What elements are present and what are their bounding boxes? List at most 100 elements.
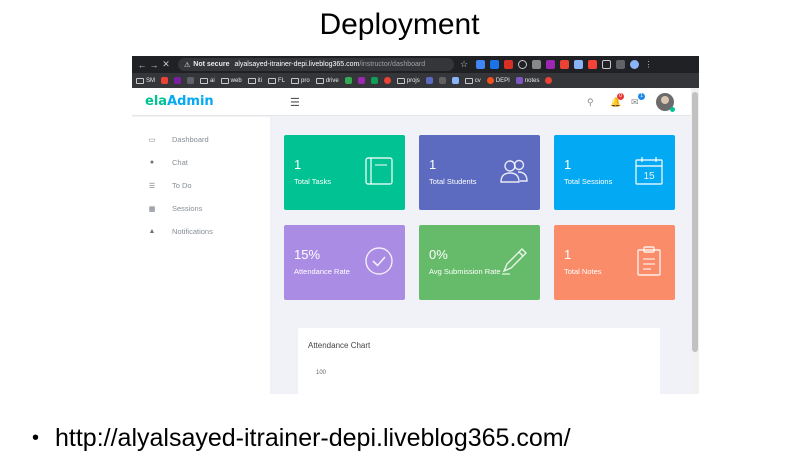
dashboard-screenshot: ← → ✕ ⚠ Not secure alyalsayed-itrainer-d… [132,56,699,394]
sidebar-item-todo[interactable]: ☰ To Do [146,181,192,190]
stat-label: Avg Submission Rate [429,267,501,276]
extension-icon[interactable] [560,60,570,69]
puzzle-icon[interactable] [602,60,612,69]
extension-icon[interactable] [546,60,556,69]
bookmark-icon [515,77,523,84]
stat-value: 1 [564,157,572,172]
chart-title: Attendance Chart [308,341,371,350]
bookmark-icon[interactable] [545,77,553,84]
search-icon[interactable]: ⚲ [587,97,594,108]
stat-card-attendance-rate[interactable]: 15% Attendance Rate [284,225,405,300]
laptop-icon: ▭ [148,136,156,144]
bullet-icon: • [32,427,40,449]
folder-icon [315,77,324,84]
bookmark-icon[interactable] [344,77,352,84]
stat-value: 15% [294,247,321,262]
list-icon: ☰ [148,182,156,190]
stat-label: Total Sessions [564,177,613,186]
folder-icon [268,77,277,84]
extension-icon[interactable] [532,60,542,69]
calendar-day-text: 15 [643,171,655,182]
attendance-chart-card: Attendance Chart 100 [298,328,660,394]
bookmark-icon[interactable] [425,77,433,84]
deployment-url[interactable]: http://alyalsayed-itrainer-depi.liveblog… [55,424,571,453]
mail-icon[interactable]: ✉ [631,97,639,108]
bookmark-icon [486,77,494,84]
folder-icon [200,77,208,84]
sidepanel-icon[interactable] [616,60,626,69]
bookmark-item[interactable]: SM [136,77,155,84]
browser-toolbar: ← → ✕ ⚠ Not secure alyalsayed-itrainer-d… [132,56,699,73]
bell-icon: ▲ [148,228,156,235]
bookmark-icon[interactable] [370,77,378,84]
stat-card-total-sessions[interactable]: 1 Total Sessions 15 [554,135,675,210]
gmail-icon[interactable] [161,77,168,84]
profile-icon[interactable] [630,60,640,69]
stat-card-total-students[interactable]: 1 Total Students [419,135,540,210]
bookmark-icon[interactable] [174,77,181,84]
extension-icon[interactable] [588,60,598,69]
stat-value: 1 [429,157,437,172]
stat-label: Total Students [429,177,477,186]
folder-icon [136,77,144,84]
close-icon[interactable]: ✕ [160,59,172,70]
back-icon[interactable]: ← [136,60,148,70]
chat-icon: ● [149,159,155,166]
sidebar-item-dashboard[interactable]: ▭ Dashboard [146,135,209,144]
address-bar[interactable]: ⚠ Not secure alyalsayed-itrainer-depi.li… [178,58,454,71]
bookmark-icon[interactable] [187,77,194,84]
clipboard-icon [637,246,661,276]
bookmark-icon[interactable] [438,77,446,84]
bookmark-icon[interactable] [383,77,391,84]
bookmark-item[interactable]: ai [200,77,215,84]
sidebar-item-chat[interactable]: ● Chat [146,158,188,167]
bookmark-item[interactable]: FL [268,77,285,84]
bookmark-icon[interactable] [357,77,365,84]
bookmark-item[interactable]: notes [515,77,539,84]
bookmark-item[interactable]: web [220,77,242,84]
stat-card-avg-submission-rate[interactable]: 0% Avg Submission Rate [419,225,540,300]
url-path: /instructor/dashboard [359,61,426,68]
folder-icon [464,77,473,84]
menu-toggle-icon[interactable]: ☰ [290,96,300,109]
folder-icon [220,77,229,84]
bookmark-item[interactable]: DEPI [486,77,510,84]
book-icon [365,157,393,185]
users-icon [500,159,528,183]
extension-icon[interactable] [476,60,486,69]
sidebar-item-sessions[interactable]: ▦ Sessions [146,204,203,213]
calendar-icon: ▦ [148,205,156,213]
stat-card-total-notes[interactable]: 1 Total Notes [554,225,675,300]
scrollbar-thumb[interactable] [692,92,698,352]
extension-icon[interactable] [574,60,584,69]
slide: Deployment ← → ✕ ⚠ Not secure alyalsayed… [0,0,799,476]
bookmark-star-icon[interactable]: ☆ [460,59,468,70]
sidebar-item-notifications[interactable]: ▲ Notifications [146,227,213,236]
url-host: alyalsayed-itrainer-depi.liveblog365.com [234,61,360,68]
bookmark-item[interactable]: pro [291,77,310,84]
bookmark-item[interactable]: projs [396,77,420,84]
calendar-15-icon: 15 [635,157,663,185]
bookmark-item[interactable]: drive [315,77,339,84]
extension-icon[interactable] [518,60,528,69]
bookmark-item[interactable]: iti [247,77,262,84]
extension-icon[interactable] [504,60,514,69]
bookmarks-bar: SM ai web iti FL pro drive projs cv DEPI… [132,73,699,88]
warning-icon: ⚠ [184,61,191,69]
notification-badge: 0 [617,93,624,100]
stat-value: 1 [294,157,302,172]
logo[interactable]: elaAdmin [145,94,214,109]
forward-icon[interactable]: → [148,60,160,70]
stat-label: Total Notes [564,267,602,276]
bookmark-icon[interactable] [451,77,459,84]
folder-icon [396,77,405,84]
bookmark-item[interactable]: cv [464,77,481,84]
stat-card-total-tasks[interactable]: 1 Total Tasks [284,135,405,210]
pencil-icon [502,248,527,275]
extension-icon[interactable] [490,60,500,69]
chart-y-tick: 100 [316,370,327,376]
app-header: elaAdmin ☰ ⚲ 🔔 0 ✉ 1 [132,88,691,116]
check-circle-icon [365,247,393,275]
kebab-menu-icon[interactable]: ⋮ [644,60,653,69]
stat-label: Attendance Rate [294,267,350,276]
